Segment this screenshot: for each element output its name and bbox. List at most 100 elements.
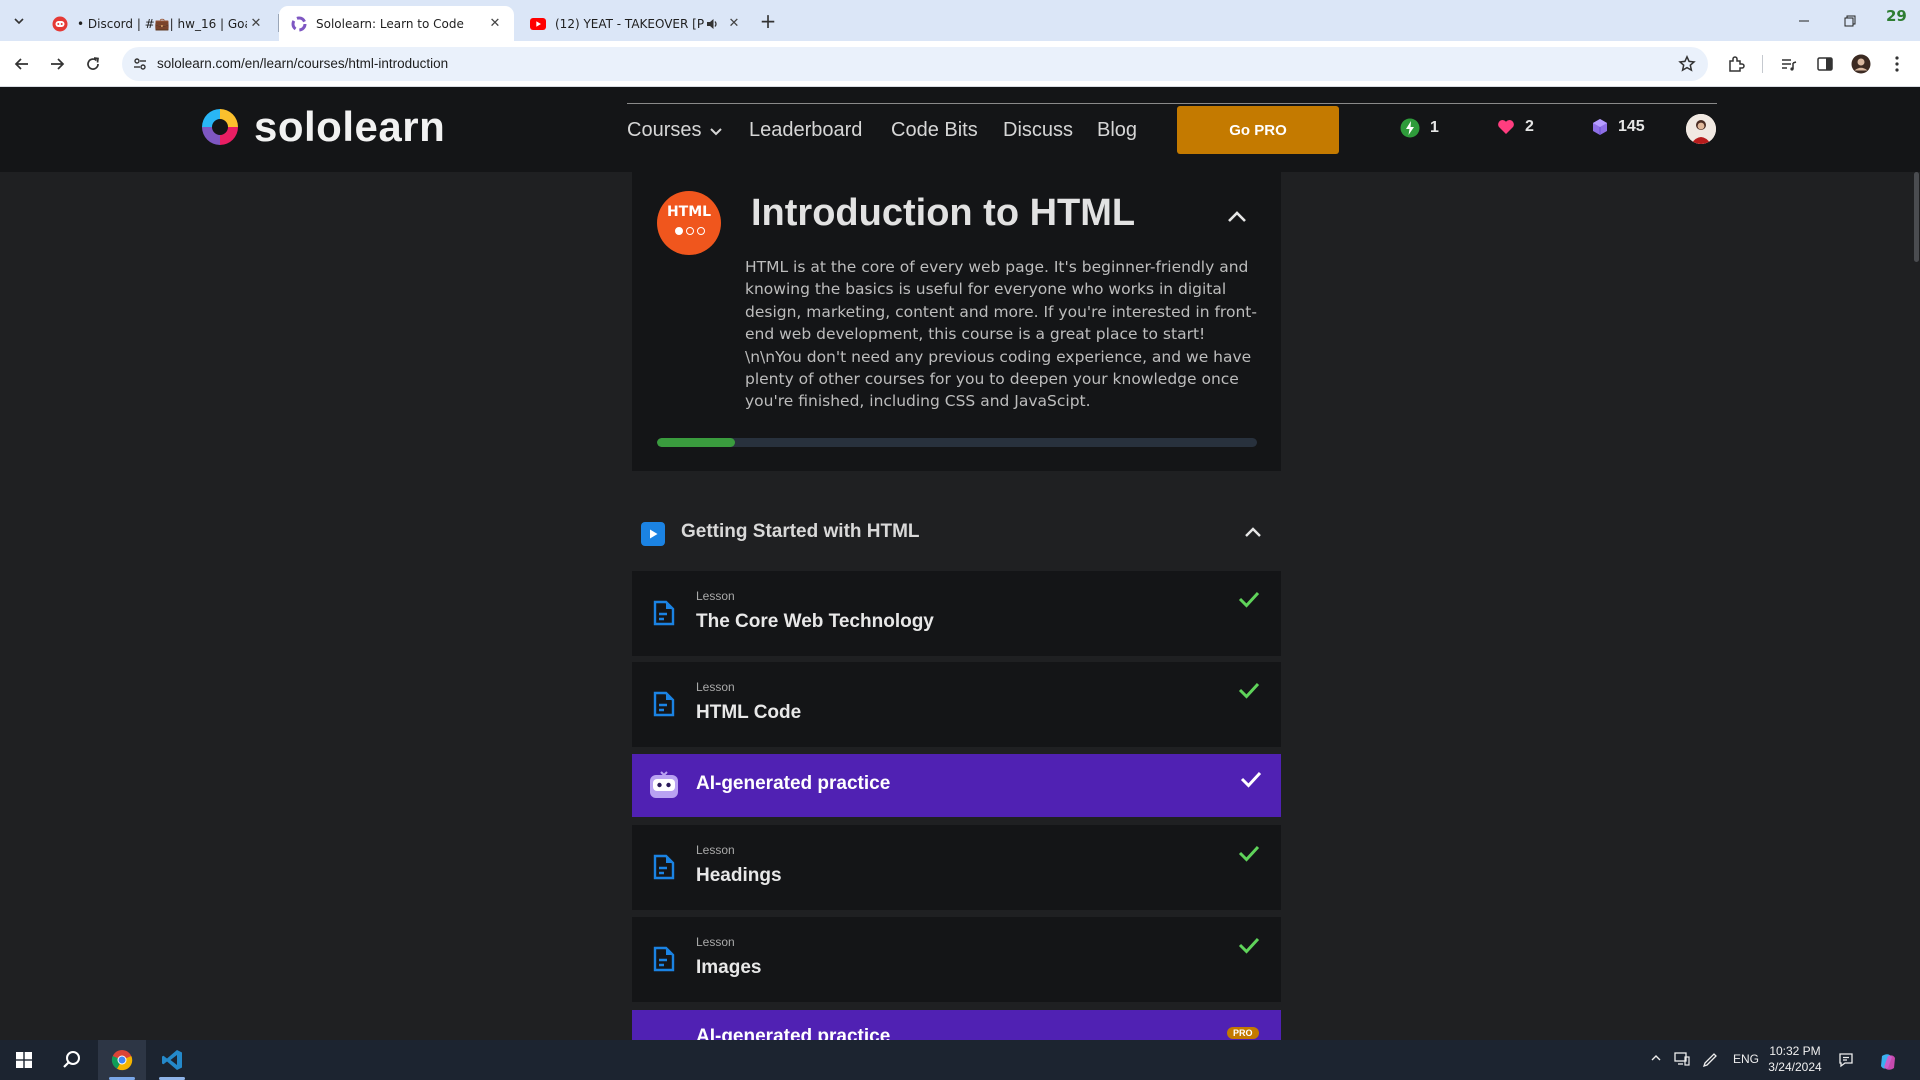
lesson-title: HTML Code: [696, 702, 802, 723]
lesson-row[interactable]: Lesson Headings: [632, 825, 1281, 910]
streak-counter[interactable]: 1: [1400, 118, 1439, 138]
network-icon[interactable]: [1674, 1052, 1690, 1066]
go-pro-button[interactable]: Go PRO: [1177, 106, 1339, 154]
reload-icon[interactable]: [80, 51, 106, 77]
browser-toolbar: sololearn.com/en/learn/courses/html-intr…: [0, 41, 1920, 87]
tab-title: Sololearn: Learn to Code: [316, 16, 464, 31]
tab-search-chevron-icon[interactable]: [6, 8, 32, 34]
ai-practice-row-pro[interactable]: AI-generated practice PRO: [632, 1010, 1281, 1040]
minimize-icon[interactable]: [1781, 0, 1827, 41]
browser-tab-discord[interactable]: • Discord | #💼| hw_16 | Goal-C ✕: [40, 6, 275, 41]
sololearn-icon: [291, 16, 307, 32]
lesson-kind-label: Lesson: [696, 843, 735, 857]
extension-badge[interactable]: 29: [1886, 7, 1907, 25]
course-progress-fill: [657, 438, 735, 447]
site-settings-icon[interactable]: [132, 56, 148, 72]
lesson-row[interactable]: Lesson The Core Web Technology: [632, 571, 1281, 656]
toolbar-divider: [1762, 55, 1763, 73]
completed-check-icon: [1238, 845, 1260, 862]
completed-check-icon: [1238, 937, 1260, 954]
tab-title: • Discord | #💼| hw_16 | Goal-C: [77, 16, 247, 31]
ai-practice-title: AI-generated practice: [696, 773, 891, 794]
youtube-icon: [530, 16, 546, 32]
lesson-title: Headings: [696, 865, 782, 886]
forward-arrow-icon[interactable]: [44, 51, 70, 77]
page-scrollbar-thumb[interactable]: [1914, 172, 1919, 262]
windows-taskbar: ENG 10:32 PM 3/24/2024: [0, 1040, 1920, 1080]
logo-wordmark: sololearn: [254, 103, 446, 150]
profile-avatar-icon[interactable]: [1850, 53, 1872, 75]
header-top-rule: [627, 103, 1717, 104]
lesson-document-icon: [653, 691, 675, 717]
completed-check-icon: [1238, 591, 1260, 608]
browser-tab-bar: • Discord | #💼| hw_16 | Goal-C ✕ Sololea…: [0, 0, 1920, 41]
copilot-icon[interactable]: [1878, 1052, 1898, 1072]
browser-menu-icon[interactable]: [1886, 53, 1908, 75]
hearts-count: 2: [1525, 118, 1534, 135]
course-title: Introduction to HTML: [751, 192, 1136, 234]
windows-start-icon[interactable]: [0, 1040, 48, 1080]
hearts-counter[interactable]: 2: [1497, 118, 1534, 136]
heart-icon: [1498, 120, 1514, 134]
course-badge-label: HTML: [666, 204, 712, 220]
nav-courses[interactable]: Courses: [627, 119, 723, 142]
bits-cube-icon: [1593, 119, 1607, 135]
avatar-image: [1686, 114, 1716, 144]
back-arrow-icon[interactable]: [9, 51, 35, 77]
chevron-up-icon: [1228, 211, 1246, 222]
pro-badge: PRO: [1227, 1027, 1259, 1039]
restore-icon[interactable]: [1827, 0, 1873, 41]
module-play-icon: [641, 522, 665, 546]
nav-blog[interactable]: Blog: [1097, 119, 1137, 142]
course-progress-bar: [657, 438, 1257, 447]
show-hidden-icons-chevron-icon[interactable]: [1650, 1052, 1662, 1064]
completed-check-icon: [1238, 682, 1260, 699]
nav-leaderboard[interactable]: Leaderboard: [749, 119, 862, 142]
lesson-kind-label: Lesson: [696, 935, 735, 949]
nav-code-bits[interactable]: Code Bits: [891, 119, 978, 142]
level-dot: [697, 227, 705, 235]
lesson-document-icon: [653, 854, 675, 880]
course-level-dots: [675, 227, 705, 235]
level-dot: [686, 227, 694, 235]
module-title: Getting Started with HTML: [681, 521, 920, 542]
page-scrollbar[interactable]: [1912, 172, 1920, 1040]
course-overview-card: HTML Introduction to HTML HTML is at the…: [632, 172, 1281, 471]
lesson-row[interactable]: Lesson HTML Code: [632, 662, 1281, 747]
audio-playing-icon[interactable]: [705, 17, 719, 31]
chevron-up-icon[interactable]: [1243, 523, 1263, 543]
nav-discuss[interactable]: Discuss: [1003, 119, 1073, 142]
search-icon[interactable]: [48, 1040, 96, 1080]
close-tab-icon[interactable]: ✕: [247, 15, 265, 33]
sololearn-logo-icon: [202, 109, 238, 145]
new-tab-icon[interactable]: +: [757, 9, 779, 33]
lesson-row[interactable]: Lesson Images: [632, 917, 1281, 1002]
ai-robot-icon: [650, 771, 678, 798]
extensions-puzzle-icon[interactable]: [1725, 53, 1747, 75]
clock-time: 10:32 PM: [1769, 1044, 1821, 1058]
close-tab-icon[interactable]: ✕: [725, 15, 743, 33]
user-avatar[interactable]: [1686, 114, 1716, 144]
address-bar[interactable]: sololearn.com/en/learn/courses/html-intr…: [122, 47, 1708, 81]
nav-courses-label: Courses: [627, 119, 702, 141]
site-header: sololearn Courses Leaderboard Code Bits …: [0, 87, 1920, 172]
browser-tab-sololearn[interactable]: Sololearn: Learn to Code ✕: [279, 6, 514, 41]
browser-tab-youtube[interactable]: (12) YEAT - TAKEOVER [PRO ✕: [518, 6, 753, 41]
bits-counter[interactable]: 145: [1592, 118, 1645, 136]
side-panel-icon[interactable]: [1814, 53, 1836, 75]
sololearn-logo[interactable]: sololearn: [196, 103, 445, 151]
collapse-course-button[interactable]: [1225, 205, 1249, 229]
taskbar-clock[interactable]: 10:32 PM 3/24/2024: [1755, 1043, 1835, 1075]
media-controls-icon[interactable]: [1778, 53, 1800, 75]
pen-ink-icon[interactable]: [1702, 1052, 1718, 1068]
vscode-taskbar-icon[interactable]: [148, 1040, 196, 1080]
notifications-icon[interactable]: [1838, 1052, 1854, 1068]
lesson-document-icon: [653, 600, 675, 626]
module-header[interactable]: Getting Started with HTML: [632, 514, 1281, 552]
streak-bolt-icon: [1400, 118, 1420, 138]
completed-check-icon: [1240, 771, 1262, 788]
ai-practice-row[interactable]: AI-generated practice: [632, 754, 1281, 817]
chrome-taskbar-icon[interactable]: [98, 1040, 146, 1080]
close-tab-icon[interactable]: ✕: [486, 15, 504, 33]
bookmark-star-icon[interactable]: [1678, 55, 1696, 73]
